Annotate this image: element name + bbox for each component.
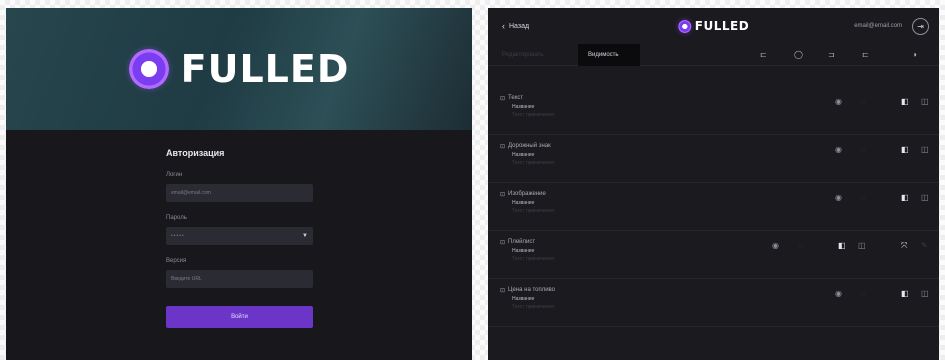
brand-name: FULLED (180, 47, 350, 91)
block-title-wrap: ⊡ Дорожный знак (500, 143, 551, 150)
block-title: Плейлист (508, 239, 536, 245)
circle-icon[interactable]: ◯ (794, 50, 803, 59)
block-row-image[interactable]: ⊡ Изображение Название Текст примечания … (488, 183, 939, 231)
chevron-down-icon[interactable]: ▼ (302, 233, 308, 239)
playlist-icon: ⊡ (500, 240, 506, 246)
copy-icon[interactable]: ◧ (901, 289, 909, 298)
block-note: Текст примечания (512, 112, 554, 118)
editor-tabs: Редактировать Видимость ⊏ ◯ ⊐ ⊏ ◑ (488, 43, 939, 66)
chevron-left-icon: ‹ (502, 21, 505, 31)
lock-icon[interactable]: ◌ (798, 241, 803, 250)
block-note: Текст примечания (512, 256, 554, 262)
block-title: Цена на топливо (508, 287, 556, 293)
delete-icon[interactable]: ◫ (921, 193, 929, 202)
block-title-wrap: ⊡ Текст (500, 95, 523, 102)
login-label: Логин (166, 172, 183, 178)
editor-header: ‹ Назад FULLED email@email.com ⇥ (488, 8, 939, 44)
delete-icon[interactable]: ◫ (921, 145, 929, 154)
brand-logo-small: FULLED (677, 19, 750, 33)
block-subtitle: Название (512, 104, 535, 110)
back-button[interactable]: ‹ Назад (502, 21, 529, 31)
brand-name-small: FULLED (694, 19, 750, 33)
block-subtitle: Название (512, 296, 535, 302)
block-subtitle: Название (512, 152, 535, 158)
tab-edit[interactable]: Редактировать (488, 44, 578, 66)
url-input[interactable]: Введите URL (166, 270, 313, 288)
block-title: Дорожный знак (508, 143, 551, 149)
block-row-playlist[interactable]: ⊡ Плейлист Название Текст примечания ◉ ◌… (488, 231, 939, 279)
back-label: Назад (509, 22, 530, 30)
copy-icon[interactable]: ◧ (838, 241, 846, 250)
user-area: email@email.com ⇥ (854, 17, 929, 35)
lock-icon[interactable]: ◌ (861, 289, 866, 298)
delete-icon[interactable]: ◫ (921, 97, 929, 106)
lock-icon[interactable]: ◌ (861, 145, 866, 154)
block-row-fuel-price[interactable]: ⊡ Цена на топливо Название Текст примеча… (488, 279, 939, 327)
copy-icon[interactable]: ◧ (901, 193, 909, 202)
block-title: Текст (508, 95, 524, 101)
login-form: Авторизация Логин email@email.com Пароль… (166, 148, 316, 328)
align-right-icon[interactable]: ⊏ (862, 50, 869, 59)
block-note: Текст примечания (512, 208, 554, 214)
login-header: FULLED (6, 8, 472, 130)
login-button[interactable]: Войти (166, 306, 313, 328)
project-label: Версия (166, 258, 187, 264)
eye-icon[interactable]: ◉ (772, 241, 779, 250)
eye-icon[interactable]: ◉ (835, 145, 842, 154)
fuel-icon: ⊡ (500, 288, 506, 294)
block-note: Текст примечания (512, 304, 554, 310)
logo-ring-icon (128, 49, 169, 89)
block-subtitle: Название (512, 200, 535, 206)
password-label: Пароль (166, 215, 187, 221)
login-screen: FULLED Авторизация Логин email@email.com… (6, 8, 472, 360)
password-value: ••••• (171, 233, 185, 239)
edit-icon[interactable]: ✎ (921, 241, 928, 250)
copy-icon[interactable]: ◧ (901, 145, 909, 154)
block-row-text[interactable]: ⊡ Текст Название Текст примечания ◉ ◌ ◧ … (488, 87, 939, 135)
brand-logo: FULLED (128, 47, 350, 91)
login-input[interactable]: email@email.com (166, 184, 313, 202)
eye-right-icon[interactable]: ◑ (912, 50, 917, 59)
fullscreen-icon[interactable]: ⤧ (901, 241, 907, 251)
delete-icon[interactable]: ◫ (921, 289, 929, 298)
block-title: Изображение (508, 191, 546, 197)
align-left-icon[interactable]: ⊏ (760, 50, 767, 59)
editor-screen: ‹ Назад FULLED email@email.com ⇥ Редакти… (488, 8, 939, 360)
tab-visibility[interactable]: Видимость (578, 43, 640, 66)
user-email: email@email.com (854, 23, 902, 29)
logout-icon[interactable]: ⇥ (912, 17, 929, 35)
align-center-icon[interactable]: ⊐ (828, 50, 835, 59)
block-subtitle: Название (512, 248, 535, 254)
eye-icon[interactable]: ◉ (835, 193, 842, 202)
block-title-wrap: ⊡ Изображение (500, 191, 546, 198)
eye-icon[interactable]: ◉ (835, 289, 842, 298)
lock-icon[interactable]: ◌ (861, 97, 866, 106)
block-note: Текст примечания (512, 160, 554, 166)
eye-icon[interactable]: ◉ (835, 97, 842, 106)
lock-icon[interactable]: ◌ (861, 193, 866, 202)
delete-icon[interactable]: ◫ (858, 241, 866, 250)
text-block-icon: ⊡ (500, 96, 506, 102)
copy-icon[interactable]: ◧ (901, 97, 909, 106)
password-input[interactable]: ••••• ▼ (166, 227, 313, 245)
road-sign-icon: ⊡ (500, 144, 506, 150)
block-title-wrap: ⊡ Цена на топливо (500, 287, 555, 294)
login-title: Авторизация (166, 148, 225, 158)
logo-ring-icon (677, 19, 691, 33)
block-title-wrap: ⊡ Плейлист (500, 239, 535, 246)
image-icon: ⊡ (500, 192, 506, 198)
block-row-road-sign[interactable]: ⊡ Дорожный знак Название Текст примечани… (488, 135, 939, 183)
